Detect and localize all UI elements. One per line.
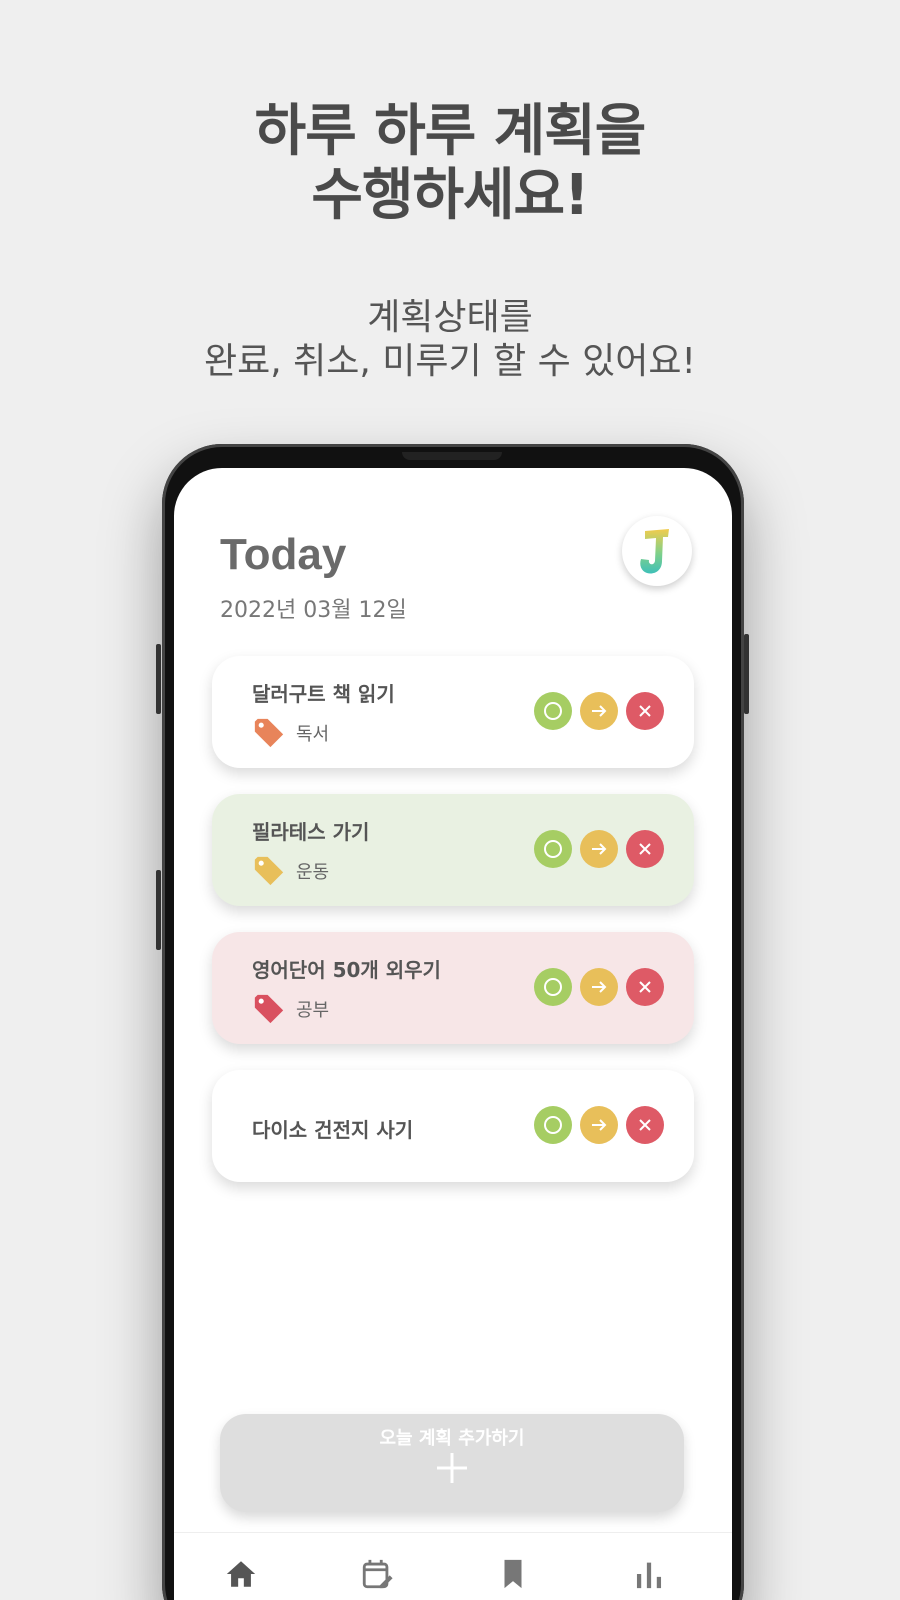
- cancel-button[interactable]: [626, 1106, 664, 1144]
- bottom-nav: [174, 1532, 732, 1600]
- tag-label: 독서: [296, 724, 330, 745]
- complete-button[interactable]: [534, 692, 572, 730]
- headline-line-1: 하루 하루 계획을: [254, 99, 647, 164]
- postpone-button[interactable]: [580, 968, 618, 1006]
- plan-tag: 운동: [252, 854, 329, 888]
- close-icon: [639, 705, 651, 717]
- avatar-j-logo-icon: [640, 529, 669, 574]
- circle-icon: [544, 978, 562, 996]
- plan-card[interactable]: 다이소 건전지 사기: [212, 1070, 694, 1182]
- postpone-button[interactable]: [580, 830, 618, 868]
- cancel-button[interactable]: [626, 692, 664, 730]
- subline-line-2: 완료, 취소, 미루기 할 수 있어요!: [204, 341, 696, 382]
- profile-avatar[interactable]: [622, 516, 692, 586]
- complete-button[interactable]: [534, 1106, 572, 1144]
- close-icon: [639, 981, 651, 993]
- circle-icon: [544, 702, 562, 720]
- plan-actions: [534, 968, 664, 1006]
- cancel-button[interactable]: [626, 830, 664, 868]
- nav-home[interactable]: [224, 1557, 258, 1595]
- arrow-right-icon: [592, 843, 607, 855]
- plan-title: 영어단어 50개 외우기: [252, 958, 441, 982]
- plan-tag: 공부: [252, 992, 329, 1026]
- postpone-button[interactable]: [580, 692, 618, 730]
- nav-stats[interactable]: [632, 1557, 666, 1595]
- plan-tag: 독서: [252, 716, 329, 750]
- close-icon: [639, 1119, 651, 1131]
- home-icon: [226, 1561, 256, 1587]
- plan-card[interactable]: 필라테스 가기 운동: [212, 794, 694, 906]
- plan-actions: [534, 692, 664, 730]
- plan-actions: [534, 830, 664, 868]
- promo-headline: 하루 하루 계획을 수행하세요!: [0, 100, 900, 228]
- circle-icon: [544, 1116, 562, 1134]
- plan-title: 다이소 건전지 사기: [252, 1118, 414, 1142]
- plan-card[interactable]: 달러구트 책 읽기 독서: [212, 656, 694, 768]
- arrow-right-icon: [592, 981, 607, 993]
- phone-volume-button: [156, 644, 161, 714]
- phone-notch: [402, 452, 502, 460]
- add-plan-label: 오늘 계획 추가하기: [379, 1428, 525, 1449]
- plan-card[interactable]: 영어단어 50개 외우기 공부: [212, 932, 694, 1044]
- arrow-right-icon: [592, 1119, 607, 1131]
- circle-icon: [544, 840, 562, 858]
- plan-title: 달러구트 책 읽기: [252, 682, 395, 706]
- promo-subline: 계획상태를 완료, 취소, 미루기 할 수 있어요!: [0, 296, 900, 384]
- complete-button[interactable]: [534, 968, 572, 1006]
- complete-button[interactable]: [534, 830, 572, 868]
- add-plan-button[interactable]: 오늘 계획 추가하기: [220, 1414, 684, 1512]
- tag-label: 운동: [296, 862, 330, 883]
- calendar-edit-icon: [362, 1559, 393, 1589]
- subline-line-1: 계획상태를: [367, 297, 533, 338]
- page-title: Today: [220, 530, 347, 579]
- phone-power-button: [744, 634, 749, 714]
- arrow-right-icon: [592, 705, 607, 717]
- plan-title: 필라테스 가기: [252, 820, 370, 844]
- current-date: 2022년 03월 12일: [220, 598, 407, 623]
- postpone-button[interactable]: [580, 1106, 618, 1144]
- cancel-button[interactable]: [626, 968, 664, 1006]
- nav-calendar[interactable]: [360, 1557, 394, 1595]
- tag-icon: [254, 994, 284, 1024]
- nav-bookmark[interactable]: [496, 1557, 530, 1595]
- bookmark-icon: [504, 1559, 522, 1589]
- plus-icon: [437, 1453, 467, 1483]
- tag-icon: [254, 856, 284, 886]
- phone-side-button: [156, 870, 161, 950]
- bar-chart-icon: [636, 1562, 662, 1589]
- plan-actions: [534, 1106, 664, 1144]
- headline-line-2: 수행하세요!: [311, 163, 589, 228]
- phone-frame: Today 2022년 03월 12일 달러구트 책 읽기 독서 필라테스 가기…: [156, 444, 749, 1600]
- app-screen: Today 2022년 03월 12일 달러구트 책 읽기 독서 필라테스 가기…: [174, 468, 732, 1600]
- close-icon: [639, 843, 651, 855]
- tag-icon: [254, 718, 284, 748]
- tag-label: 공부: [296, 1000, 330, 1021]
